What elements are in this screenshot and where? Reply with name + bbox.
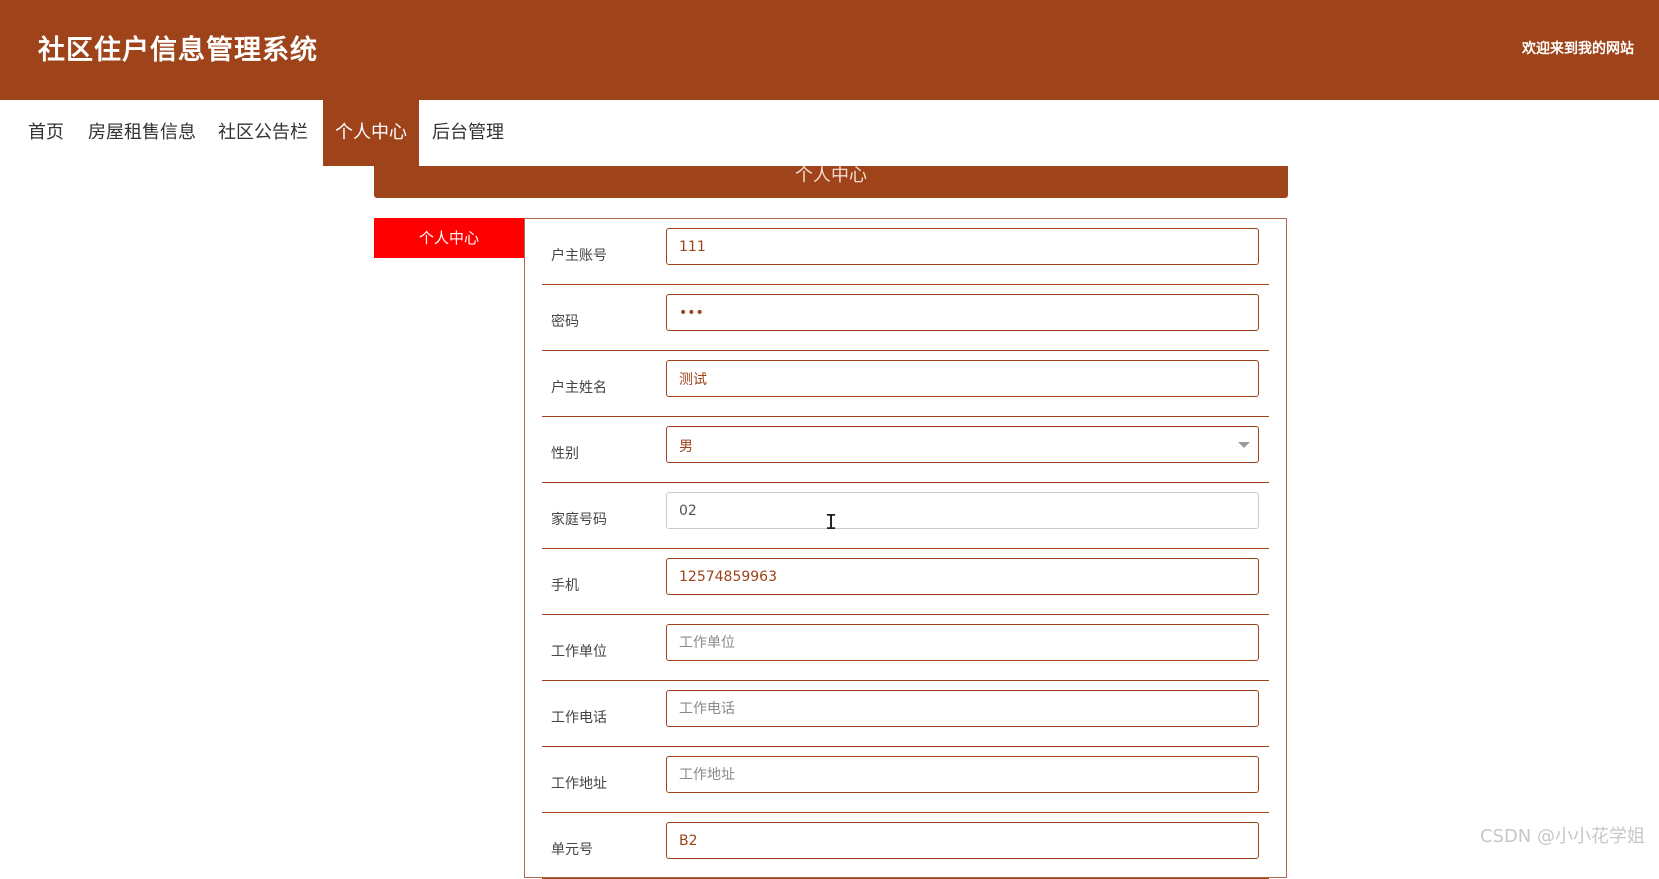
account-input[interactable] (666, 228, 1259, 265)
main-nav: 首页 房屋租售信息 社区公告栏 个人中心 后台管理 (0, 100, 1659, 166)
form-row-unit-number: 单元号 (542, 813, 1269, 879)
nav-item-home[interactable]: 首页 (28, 100, 64, 166)
gender-label: 性别 (551, 443, 579, 463)
section-title: 个人中心 (795, 166, 867, 186)
nav-item-admin[interactable]: 后台管理 (432, 100, 504, 166)
site-header: 社区住户信息管理系统 欢迎来到我的网站 (0, 0, 1659, 100)
form-row-password: 密码 (542, 285, 1269, 351)
form-row-family-number: 家庭号码 (542, 483, 1269, 549)
work-phone-label: 工作电话 (551, 707, 607, 727)
mobile-input[interactable] (666, 558, 1259, 595)
text-cursor-icon: I (825, 510, 837, 534)
form-row-work-phone: 工作电话 (542, 681, 1269, 747)
owner-name-input[interactable] (666, 360, 1259, 397)
gender-select[interactable]: 男 (666, 426, 1259, 463)
unit-number-label: 单元号 (551, 839, 593, 859)
work-address-input[interactable] (666, 756, 1259, 793)
gender-selected-value: 男 (679, 436, 693, 456)
family-number-input[interactable] (666, 492, 1259, 529)
sidebar-tab-personal-center[interactable]: 个人中心 (374, 218, 524, 258)
nav-item-notices[interactable]: 社区公告栏 (218, 100, 308, 166)
form-row-owner-name: 户主姓名 (542, 351, 1269, 417)
password-label: 密码 (551, 311, 579, 331)
form-row-work-address: 工作地址 (542, 747, 1269, 813)
work-address-label: 工作地址 (551, 773, 607, 793)
work-phone-input[interactable] (666, 690, 1259, 727)
family-number-label: 家庭号码 (551, 509, 607, 529)
owner-name-label: 户主姓名 (551, 377, 607, 397)
form-row-work-unit: 工作单位 (542, 615, 1269, 681)
password-input[interactable] (666, 294, 1259, 331)
nav-item-personal-center[interactable]: 个人中心 (323, 100, 419, 166)
welcome-text: 欢迎来到我的网站 (1522, 38, 1634, 58)
chevron-down-icon (1238, 442, 1250, 448)
work-unit-label: 工作单位 (551, 641, 607, 661)
watermark: CSDN @小小花学姐 (1480, 822, 1645, 848)
mobile-label: 手机 (551, 575, 579, 595)
work-unit-input[interactable] (666, 624, 1259, 661)
section-title-bar: 个人中心 (374, 166, 1288, 198)
form-row-account: 户主账号 (542, 219, 1269, 285)
nav-item-housing[interactable]: 房屋租售信息 (88, 100, 196, 166)
site-title: 社区住户信息管理系统 (38, 28, 318, 67)
form-row-mobile: 手机 (542, 549, 1269, 615)
account-label: 户主账号 (551, 245, 607, 265)
profile-form: 户主账号 密码 户主姓名 性别 男 家庭号码 手机 工作单位 工作电话 工作地址 (524, 218, 1287, 878)
unit-number-input[interactable] (666, 822, 1259, 859)
form-row-gender: 性别 男 (542, 417, 1269, 483)
